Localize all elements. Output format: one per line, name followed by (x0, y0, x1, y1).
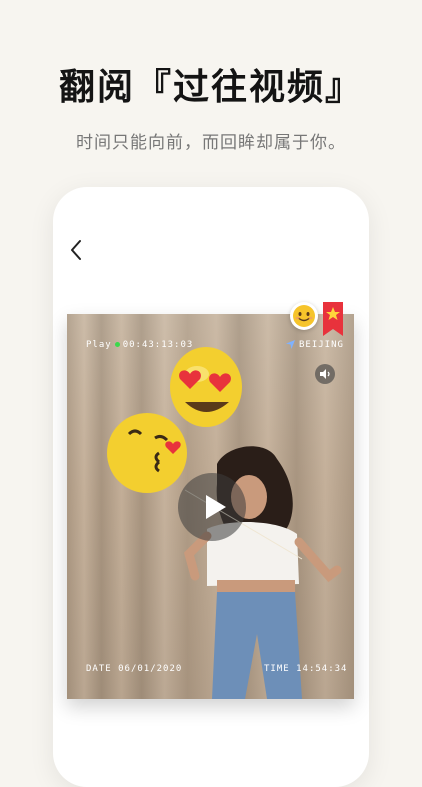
record-dot-icon (114, 341, 120, 347)
play-button[interactable] (178, 473, 246, 541)
location-name: BEIJING (299, 340, 344, 350)
favorite-bookmark[interactable] (323, 302, 343, 336)
date-value: 06/01/2020 (118, 664, 183, 674)
promo-title: 翻阅『过往视频』 (58, 67, 363, 108)
star-bookmark-icon (323, 302, 343, 336)
time-value: 14:54:34 (296, 664, 348, 674)
play-status: Play 00:43:13:03 (86, 340, 193, 350)
location-arrow-icon (286, 340, 295, 349)
time-readout: TIME 14:54:34 (264, 664, 347, 674)
chevron-left-icon (71, 240, 81, 260)
date-readout: DATE 06/01/2020 (86, 664, 182, 674)
reaction-button[interactable] (290, 302, 318, 330)
date-label: DATE (86, 664, 112, 674)
elapsed-time: 00:43:13:03 (122, 340, 194, 350)
promo-subtitle: 时间只能向前，而回眸却属于你。 (76, 133, 346, 153)
mute-button[interactable] (315, 364, 335, 384)
location-tag: BEIJING (286, 340, 344, 350)
play-status-label: Play (86, 340, 112, 350)
smiley-icon (293, 305, 315, 327)
time-label: TIME (264, 664, 290, 674)
play-icon (206, 495, 226, 519)
back-button[interactable] (63, 236, 91, 264)
speaker-icon (320, 369, 330, 379)
